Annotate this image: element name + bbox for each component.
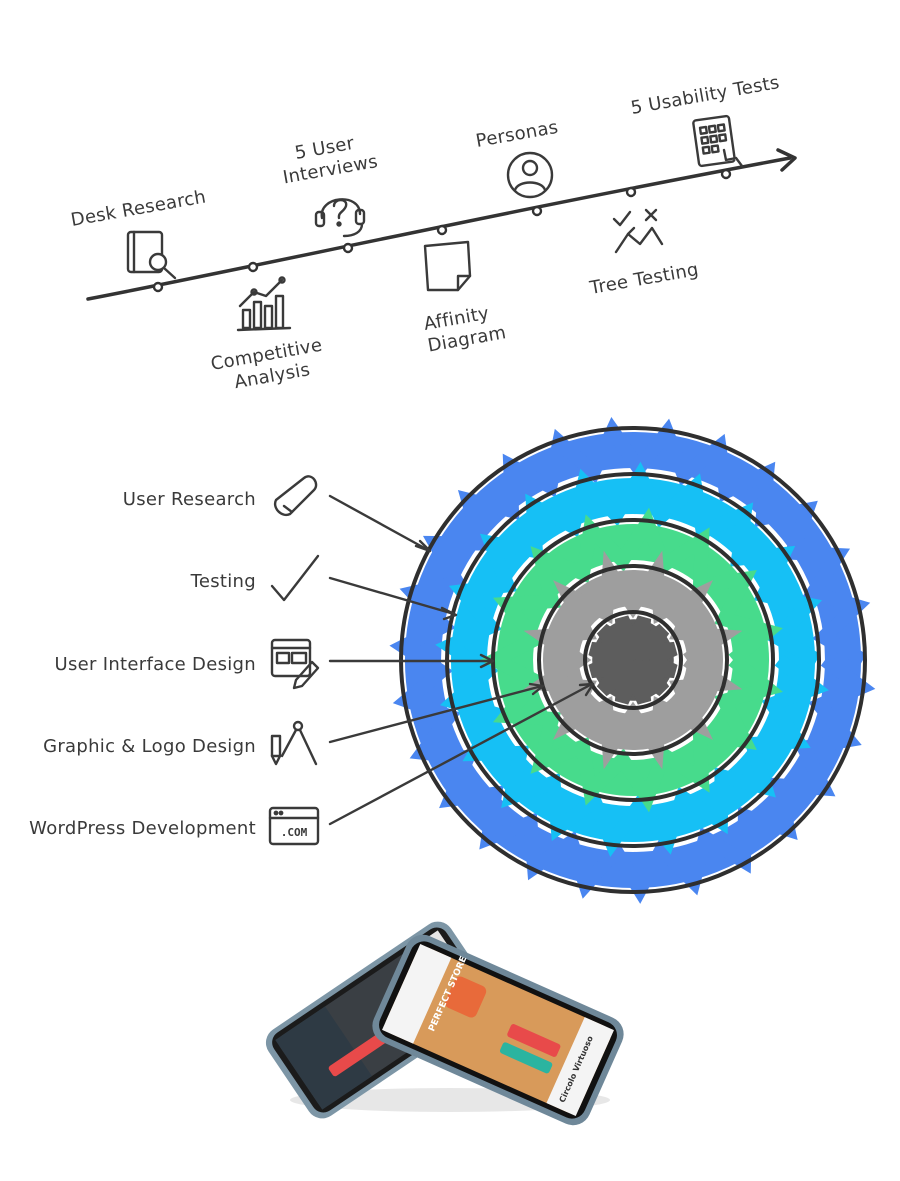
- checkmark-icon: [270, 554, 320, 602]
- tablet-tap-icon: [692, 114, 744, 168]
- compass-pen-icon: [270, 720, 318, 766]
- bandage-icon: [273, 475, 318, 517]
- user-circle-icon: [506, 151, 554, 199]
- ring-label: Testing: [190, 571, 256, 592]
- timeline-dot: [247, 261, 259, 273]
- bar-chart-icon: [236, 276, 292, 332]
- headset-question-icon: [314, 198, 366, 238]
- timeline-step-label: 5 Usability Tests: [629, 72, 781, 119]
- ring-label: Graphic & Logo Design: [43, 736, 256, 757]
- timeline-step-label: Desk Research: [69, 186, 208, 230]
- sticky-note-icon: [423, 240, 472, 292]
- timeline-dot: [152, 281, 164, 293]
- timeline-step-label: 5 User Interviews: [277, 129, 379, 188]
- timeline-dot: [625, 186, 637, 198]
- arrow-user-research: [328, 494, 430, 552]
- timeline-dot: [531, 205, 543, 217]
- timeline-step-label: Tree Testing: [587, 259, 700, 299]
- research-process-illustration: Desk Research Competitive Analysis 5 Use…: [29, 72, 876, 1126]
- ring-fill-wordpress-scribble: [588, 615, 678, 705]
- timeline-step-label: Competitive Analysis: [209, 334, 333, 397]
- research-timeline: Desk Research Competitive Analysis 5 Use…: [69, 72, 797, 397]
- ring-label: WordPress Development: [29, 818, 256, 839]
- phones-mockup: PERFECT STORE Circolo Virtuoso: [265, 921, 624, 1126]
- timeline-step-label: Affinity Diagram: [422, 300, 508, 356]
- ring-label: User Research: [123, 489, 256, 510]
- ring-label: User Interface Design: [54, 654, 256, 675]
- timeline-dot: [436, 224, 448, 236]
- layout-pencil-icon: [270, 638, 320, 690]
- timeline-dot: [342, 242, 354, 254]
- com-text: .COM: [281, 826, 308, 839]
- timeline-step-label: Personas: [474, 117, 560, 152]
- book-magnifier-icon: [126, 230, 177, 280]
- skills-target-diagram: User Research Testing User Interface Des…: [29, 416, 876, 904]
- timeline-dot: [720, 168, 732, 180]
- tree-check-icon: [612, 208, 664, 254]
